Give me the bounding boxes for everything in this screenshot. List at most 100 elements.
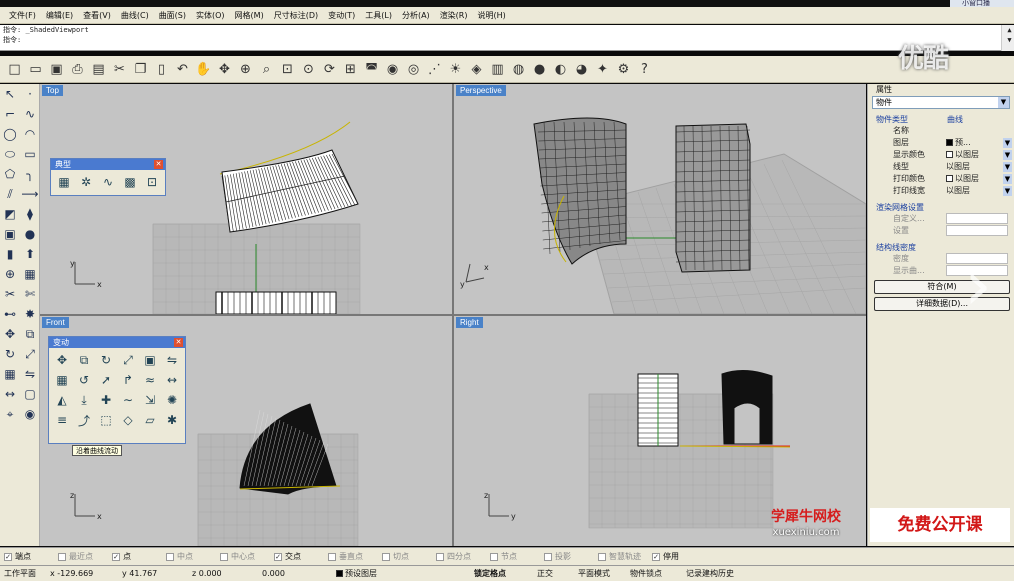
panel-typical-header[interactable]: 典型 ✕ — [51, 159, 165, 170]
osnap-checkbox[interactable] — [220, 552, 228, 561]
loft-icon[interactable]: ⧫ — [20, 204, 40, 224]
menu-item[interactable]: 分析(A) — [397, 10, 435, 21]
mirror-icon[interactable]: ⇋ — [20, 364, 40, 384]
project-icon[interactable]: ⤓ — [73, 390, 95, 410]
taper-icon[interactable]: ◭ — [51, 390, 73, 410]
osnap-item[interactable]: 最近点 — [58, 551, 112, 562]
render-icon[interactable]: ◉ — [382, 59, 403, 80]
scale-icon[interactable]: ⤢ — [117, 350, 139, 370]
material-icon[interactable]: ◈ — [466, 59, 487, 80]
select-icon[interactable]: ↖ — [0, 84, 20, 104]
copy-tool-icon[interactable]: ⧉ — [73, 350, 95, 370]
osnap-item[interactable]: ✓ 端点 — [4, 551, 58, 562]
options-icon[interactable]: ⚙ — [613, 59, 634, 80]
osnap-item[interactable]: 智慧轨迹 — [598, 551, 652, 562]
status-record-history[interactable]: 记录建构历史 — [686, 566, 734, 581]
copy-icon[interactable]: ❐ — [130, 59, 151, 80]
save-icon[interactable]: ▣ — [46, 59, 67, 80]
zoom-window-icon[interactable]: ⌕ — [256, 59, 277, 80]
status-layer[interactable]: 预设图层 — [336, 566, 377, 581]
mini-window-tab[interactable]: 小窗口播 — [950, 0, 1014, 7]
arc-icon[interactable]: ◠ — [20, 124, 40, 144]
layer-icon[interactable]: ▥ — [487, 59, 508, 80]
import-icon[interactable]: ▤ — [88, 59, 109, 80]
sphere-icon[interactable]: ● — [20, 224, 40, 244]
menu-item[interactable]: 曲线(C) — [116, 10, 154, 21]
zoom-selected-icon[interactable]: ⊙ — [298, 59, 319, 80]
explode-icon[interactable]: ✸ — [20, 304, 40, 324]
paste-icon[interactable]: ▯ — [151, 59, 172, 80]
close-icon[interactable]: ✕ — [154, 160, 163, 169]
stretch-icon[interactable]: ↔ — [161, 370, 183, 390]
status-planar[interactable]: 平面模式 — [578, 566, 610, 581]
menu-item[interactable]: 渲染(R) — [435, 10, 473, 21]
morph-icon[interactable]: ◇ — [117, 410, 139, 430]
color-wheel-icon[interactable]: ◍ — [508, 59, 529, 80]
chevron-down-icon[interactable]: ▼ — [1003, 150, 1012, 160]
dimension-icon[interactable]: ↔ — [0, 384, 20, 404]
circle-icon[interactable]: ◯ — [0, 124, 20, 144]
scale-icon[interactable]: ⤢ — [20, 344, 40, 364]
point-snap-icon[interactable]: ◎ — [403, 59, 424, 80]
array-icon[interactable]: ▦ — [51, 370, 73, 390]
four-views-icon[interactable]: ⊞ — [340, 59, 361, 80]
render-icon[interactable]: ◉ — [20, 404, 40, 424]
sphere-icon[interactable]: ● — [529, 59, 550, 80]
cylinder-icon[interactable]: ▮ — [0, 244, 20, 264]
osnap-item[interactable]: ✓ 停用 — [652, 551, 706, 562]
new-icon[interactable]: □ — [4, 59, 25, 80]
osnap-checkbox[interactable] — [544, 552, 552, 561]
curve-points-icon[interactable]: ∿ — [97, 172, 119, 192]
boolean-icon[interactable]: ⊕ — [0, 264, 20, 284]
command-prompt[interactable]: 指令: — [0, 35, 1014, 45]
tools-icon[interactable]: ✦ — [592, 59, 613, 80]
osnap-item[interactable]: 中点 — [166, 551, 220, 562]
menu-item[interactable]: 工具(L) — [360, 10, 397, 21]
orient-icon[interactable]: ➚ — [95, 370, 117, 390]
menu-item[interactable]: 网格(M) — [230, 10, 269, 21]
zoom-icon[interactable]: ⊕ — [235, 59, 256, 80]
viewport-title-top[interactable]: Top — [42, 85, 63, 96]
undo-icon[interactable]: ↶ — [172, 59, 193, 80]
extrude-icon[interactable]: ⬆ — [20, 244, 40, 264]
menu-item[interactable]: 说明(H) — [473, 10, 511, 21]
osnap-item[interactable]: 节点 — [490, 551, 544, 562]
menu-item[interactable]: 查看(V) — [78, 10, 116, 21]
osnap-item[interactable]: 投影 — [544, 551, 598, 562]
copy-icon[interactable]: ⧉ — [20, 324, 40, 344]
osnap-checkbox[interactable]: ✓ — [652, 552, 660, 561]
box-icon[interactable]: ▣ — [139, 350, 161, 370]
flow-icon[interactable]: ≈ — [139, 370, 161, 390]
status-cplane[interactable]: 工作平面 — [4, 566, 36, 581]
align-icon[interactable]: ≡ — [51, 410, 73, 430]
property-value[interactable]: 以图层 — [946, 173, 1003, 184]
menu-item[interactable]: 尺寸标注(D) — [269, 10, 323, 21]
close-icon[interactable]: ✕ — [174, 338, 183, 347]
extend-icon[interactable]: ⟶ — [20, 184, 40, 204]
chevron-down-icon[interactable]: ▼ — [998, 97, 1009, 108]
property-value[interactable]: 以图层 — [946, 185, 1003, 196]
help-icon[interactable]: ? — [634, 59, 655, 80]
menu-item[interactable]: 曲面(S) — [154, 10, 191, 21]
osnap-checkbox[interactable] — [598, 552, 606, 561]
polyline-icon[interactable]: ⌐ — [0, 104, 20, 124]
analyze-icon[interactable]: ⌖ — [0, 404, 20, 424]
osnap-checkbox[interactable] — [490, 552, 498, 561]
osnap-item[interactable]: 四分点 — [436, 551, 490, 562]
offset-icon[interactable]: ⫽ — [0, 184, 20, 204]
array-polar-icon[interactable]: ✺ — [161, 390, 183, 410]
menu-item[interactable]: 实体(O) — [191, 10, 230, 21]
viewport-title-right[interactable]: Right — [456, 317, 483, 328]
grid-icon[interactable]: ▦ — [53, 172, 75, 192]
osnap-checkbox[interactable] — [436, 552, 444, 561]
rotate-view-icon[interactable]: ⟳ — [319, 59, 340, 80]
viewport-perspective[interactable]: y x Perspective — [454, 84, 866, 314]
command-scrollbar[interactable]: ▲ ▼ — [1001, 25, 1014, 51]
pan-icon[interactable]: ✋ — [193, 59, 214, 80]
trim-icon[interactable]: ✄ — [20, 284, 40, 304]
solid-box-icon[interactable]: ▩ — [119, 172, 141, 192]
drag-icon[interactable]: ⇲ — [139, 390, 161, 410]
move-icon[interactable]: ✥ — [0, 324, 20, 344]
shade-icon[interactable]: ◐ — [550, 59, 571, 80]
splop-icon[interactable]: ✚ — [95, 390, 117, 410]
